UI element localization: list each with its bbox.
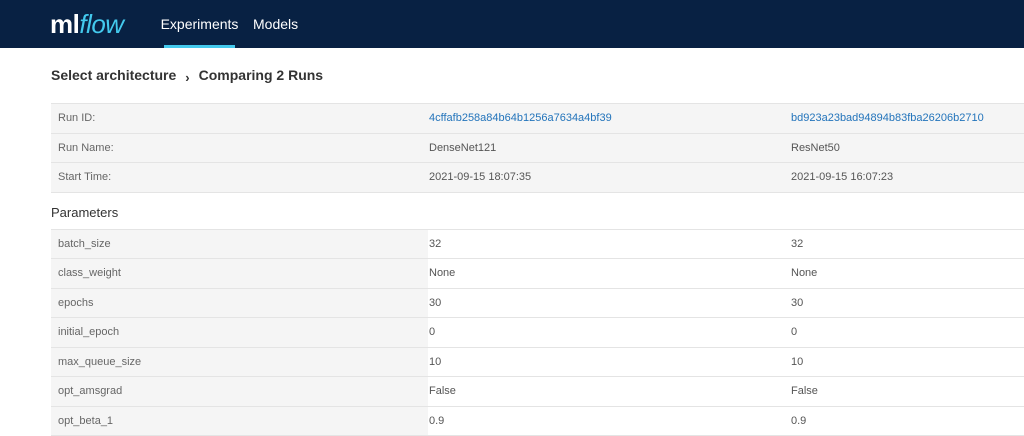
start-time-row: Start Time: 2021-09-15 18:07:35 2021-09-… [51, 162, 1024, 192]
run-name-value-2: ResNet50 [790, 132, 1024, 163]
run-id-row: Run ID: 4cffafb258a84b64b1256a7634a4bf39… [51, 103, 1024, 133]
run-name-value-1: DenseNet121 [428, 132, 790, 163]
mlflow-logo[interactable]: ml flow [50, 7, 124, 41]
logo-ml-text: ml [50, 9, 80, 39]
compare-runs-table: Run ID: 4cffafb258a84b64b1256a7634a4bf39… [51, 103, 1024, 436]
breadcrumb: Select architecture › Comparing 2 Runs [51, 66, 324, 85]
param-value-run-1: 0 [428, 317, 790, 347]
start-time-value-2: 2021-09-15 16:07:23 [790, 162, 1024, 192]
param-value-run-2: 32 [790, 228, 1024, 259]
param-value-run-2: 30 [790, 287, 1024, 318]
run-id-label: Run ID: [51, 103, 428, 133]
breadcrumb-experiment-link[interactable]: Select architecture [51, 67, 176, 83]
param-row: initial_epoch 0 0 [51, 317, 1024, 347]
param-value-run-1: 0.9 [428, 405, 790, 436]
param-value-run-2: 10 [790, 346, 1024, 377]
param-row: opt_beta_1 0.9 0.9 [51, 405, 1024, 436]
page-title: Comparing 2 Runs [198, 67, 324, 83]
run-name-label: Run Name: [51, 132, 428, 163]
param-value-run-1: 32 [428, 228, 790, 259]
param-key: opt_beta_1 [51, 405, 428, 436]
nav-tab-experiments-label: Experiments [160, 16, 239, 32]
param-key: class_weight [51, 258, 428, 288]
logo-flow-text: flow [79, 9, 124, 39]
param-row: batch_size 32 32 [51, 228, 1024, 259]
start-time-label: Start Time: [51, 162, 428, 192]
run-id-cell: bd923a23bad94894b83fba26206b2710 [790, 103, 1024, 133]
param-row: opt_amsgrad False False [51, 376, 1024, 406]
param-key: batch_size [51, 228, 428, 259]
param-row: epochs 30 30 [51, 287, 1024, 318]
param-key: opt_amsgrad [51, 376, 428, 406]
nav-tab-models[interactable]: Models [253, 0, 298, 48]
parameters-section-header: Parameters [51, 191, 1024, 229]
param-value-run-1: None [428, 258, 790, 288]
param-key: max_queue_size [51, 346, 428, 377]
parameters-title: Parameters [51, 191, 1024, 229]
run-id-link-1[interactable]: 4cffafb258a84b64b1256a7634a4bf39 [429, 112, 612, 124]
param-value-run-2: 0.9 [790, 405, 1024, 436]
nav-tab-models-label: Models [253, 16, 299, 32]
param-value-run-1: 30 [428, 287, 790, 318]
param-value-run-1: 10 [428, 346, 790, 377]
start-time-value-1: 2021-09-15 18:07:35 [428, 162, 790, 192]
param-value-run-1: False [428, 376, 790, 406]
top-navbar: ml flow Experiments Models [0, 0, 1024, 48]
param-key: epochs [51, 287, 428, 318]
chevron-right-icon: › [185, 69, 190, 85]
param-row: class_weight None None [51, 258, 1024, 288]
param-value-run-2: False [790, 376, 1024, 406]
run-id-link-2[interactable]: bd923a23bad94894b83fba26206b2710 [791, 112, 984, 124]
param-value-run-2: 0 [790, 317, 1024, 347]
param-value-run-2: None [790, 258, 1024, 288]
nav-tab-experiments[interactable]: Experiments [161, 0, 238, 48]
run-id-cell: 4cffafb258a84b64b1256a7634a4bf39 [428, 103, 790, 133]
run-name-row: Run Name: DenseNet121 ResNet50 [51, 132, 1024, 163]
param-row: max_queue_size 10 10 [51, 346, 1024, 377]
param-key: initial_epoch [51, 317, 428, 347]
